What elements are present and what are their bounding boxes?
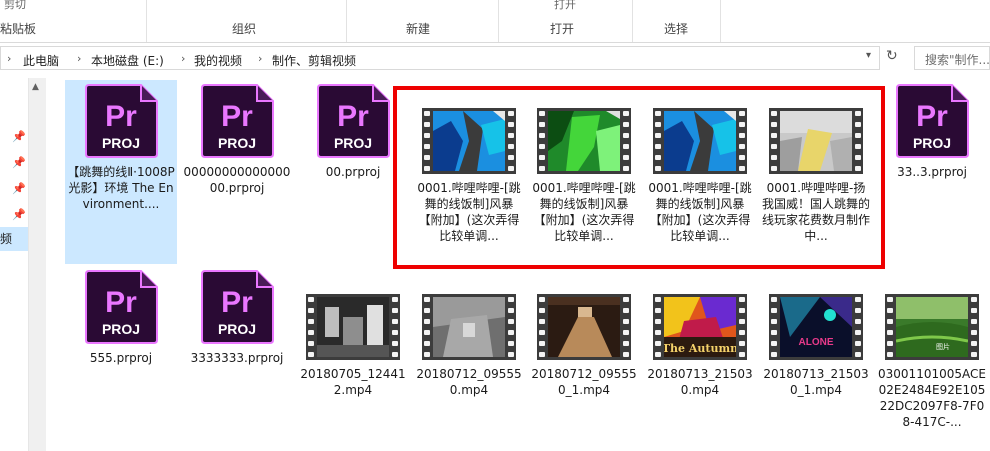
video-thumbnail-icon bbox=[306, 294, 400, 360]
breadcrumb-this-pc[interactable]: 此电脑 bbox=[23, 52, 59, 69]
refresh-icon[interactable]: ↻ bbox=[886, 48, 898, 64]
video-thumbnail-icon: ALONE bbox=[769, 294, 863, 360]
scroll-up-icon[interactable]: ▲ bbox=[32, 82, 39, 92]
nav-scrollbar[interactable] bbox=[28, 78, 46, 451]
file-item-video[interactable]: 20180712_095550_1.mp4 bbox=[528, 266, 640, 436]
file-item-video[interactable]: ALONE 20180713_215030_1.mp4 bbox=[760, 266, 872, 436]
ribbon-group-clipboard[interactable]: 粘贴板 bbox=[0, 20, 36, 37]
nav-item-selected[interactable]: 频 bbox=[0, 227, 28, 251]
proj-letters: PROJ bbox=[334, 135, 372, 151]
proj-letters: PROJ bbox=[218, 321, 256, 337]
pin-icon[interactable]: 📌 bbox=[12, 182, 26, 195]
pr-letters: Pr bbox=[105, 100, 137, 133]
pin-icon[interactable]: 📌 bbox=[12, 130, 26, 143]
pr-letters: Pr bbox=[221, 100, 253, 133]
proj-letters: PROJ bbox=[913, 135, 951, 151]
proj-letters: PROJ bbox=[102, 135, 140, 151]
chevron-down-icon[interactable]: ▾ bbox=[866, 50, 871, 61]
file-item-prproj[interactable]: Pr PROJ 33..3.prproj bbox=[876, 80, 988, 264]
file-item-prproj[interactable]: Pr PROJ 3333333.prproj bbox=[181, 266, 293, 436]
pr-letters: Pr bbox=[221, 286, 253, 319]
file-item-prproj[interactable]: Pr PROJ 555.prproj bbox=[65, 266, 177, 436]
file-name-label: 20180713_215030.mp4 bbox=[647, 367, 753, 397]
premiere-project-icon: Pr PROJ bbox=[199, 268, 276, 346]
red-highlight-box bbox=[393, 86, 885, 269]
navigation-pane: ▲ 📌 📌 📌 📌 频 bbox=[0, 78, 46, 451]
pr-letters: Pr bbox=[105, 286, 137, 319]
file-name-label: 20180712_095550_1.mp4 bbox=[531, 367, 637, 397]
thumb-caption: The Autumn bbox=[664, 342, 736, 355]
ribbon-group-new[interactable]: 新建 bbox=[406, 20, 430, 37]
premiere-project-icon: Pr PROJ bbox=[83, 82, 160, 160]
proj-letters: PROJ bbox=[102, 321, 140, 337]
file-item-video[interactable]: 20180705_124412.mp4 bbox=[297, 266, 409, 436]
pr-letters: Pr bbox=[337, 100, 369, 133]
file-name-label: 0000000000000000.prproj bbox=[183, 165, 291, 195]
breadcrumb-current-folder[interactable]: 制作、剪辑视频 bbox=[272, 52, 356, 69]
premiere-project-icon: Pr PROJ bbox=[83, 268, 160, 346]
ribbon-group-open[interactable]: 打开 bbox=[550, 20, 574, 37]
file-name-label: 【跳舞的线Ⅱ·1008P光影】环境 The Environment.... bbox=[67, 165, 175, 211]
file-name-label: 20180705_124412.mp4 bbox=[300, 367, 406, 397]
file-item-prproj[interactable]: Pr PROJ 0000000000000000.prproj bbox=[181, 80, 293, 264]
file-item-video[interactable]: 20180712_095550.mp4 bbox=[413, 266, 525, 436]
ribbon-group-select[interactable]: 选择 bbox=[664, 20, 688, 37]
address-bar: › 此电脑 › 本地磁盘 (E:) › 我的视频 › 制作、剪辑视频 ▾ ↻ 搜… bbox=[0, 46, 990, 72]
file-name-label: 3333333.prproj bbox=[190, 351, 284, 365]
pin-icon[interactable]: 📌 bbox=[12, 156, 26, 169]
file-item-prproj[interactable]: Pr PROJ 【跳舞的线Ⅱ·1008P光影】环境 The Environment.… bbox=[65, 80, 177, 264]
pr-letters: Pr bbox=[916, 100, 948, 133]
thumb-caption: 图片 bbox=[936, 342, 950, 351]
file-name-label: 03001101005ACE02E2484E92E10522DC2097F8-7… bbox=[878, 367, 986, 429]
file-name-label: 20180713_215030_1.mp4 bbox=[763, 367, 869, 397]
premiere-project-icon: Pr PROJ bbox=[315, 82, 392, 160]
proj-letters: PROJ bbox=[218, 135, 256, 151]
file-name-label: 20180712_095550.mp4 bbox=[416, 367, 522, 397]
file-name-label: 33..3.prproj bbox=[897, 165, 967, 179]
file-item-video[interactable]: 图片 03001101005ACE02E2484E92E10522DC2097F8… bbox=[876, 266, 988, 436]
ribbon-group-organize[interactable]: 组织 bbox=[232, 20, 256, 37]
chevron-right-icon[interactable]: › bbox=[181, 52, 185, 65]
chevron-right-icon[interactable]: › bbox=[77, 52, 81, 65]
thumb-caption: ALONE bbox=[799, 337, 834, 348]
ribbon: 剪切 打开 粘贴板 组织 新建 打开 选择 bbox=[0, 0, 990, 43]
breadcrumb-local-disk[interactable]: 本地磁盘 (E:) bbox=[91, 52, 164, 69]
breadcrumb-my-videos[interactable]: 我的视频 bbox=[194, 52, 242, 69]
ribbon-top-cut-2: 打开 bbox=[554, 0, 576, 11]
video-thumbnail-icon: 图片 bbox=[885, 294, 979, 360]
premiere-project-icon: Pr PROJ bbox=[199, 82, 276, 160]
pin-icon[interactable]: 📌 bbox=[12, 208, 26, 221]
chevron-right-icon[interactable]: › bbox=[258, 52, 262, 65]
premiere-project-icon: Pr PROJ bbox=[894, 82, 971, 160]
chevron-right-icon[interactable]: › bbox=[7, 52, 11, 65]
video-thumbnail-icon bbox=[422, 294, 516, 360]
video-thumbnail-icon bbox=[537, 294, 631, 360]
file-name-label: 555.prproj bbox=[89, 351, 153, 365]
ribbon-top-cut-1: 剪切 bbox=[4, 0, 26, 11]
breadcrumb[interactable]: › 此电脑 › 本地磁盘 (E:) › 我的视频 › 制作、剪辑视频 bbox=[0, 46, 880, 70]
file-item-video[interactable]: The Autumn 20180713_215030.mp4 bbox=[644, 266, 756, 436]
video-thumbnail-icon: The Autumn bbox=[653, 294, 747, 360]
search-input[interactable]: 搜索"制作... bbox=[914, 46, 990, 70]
